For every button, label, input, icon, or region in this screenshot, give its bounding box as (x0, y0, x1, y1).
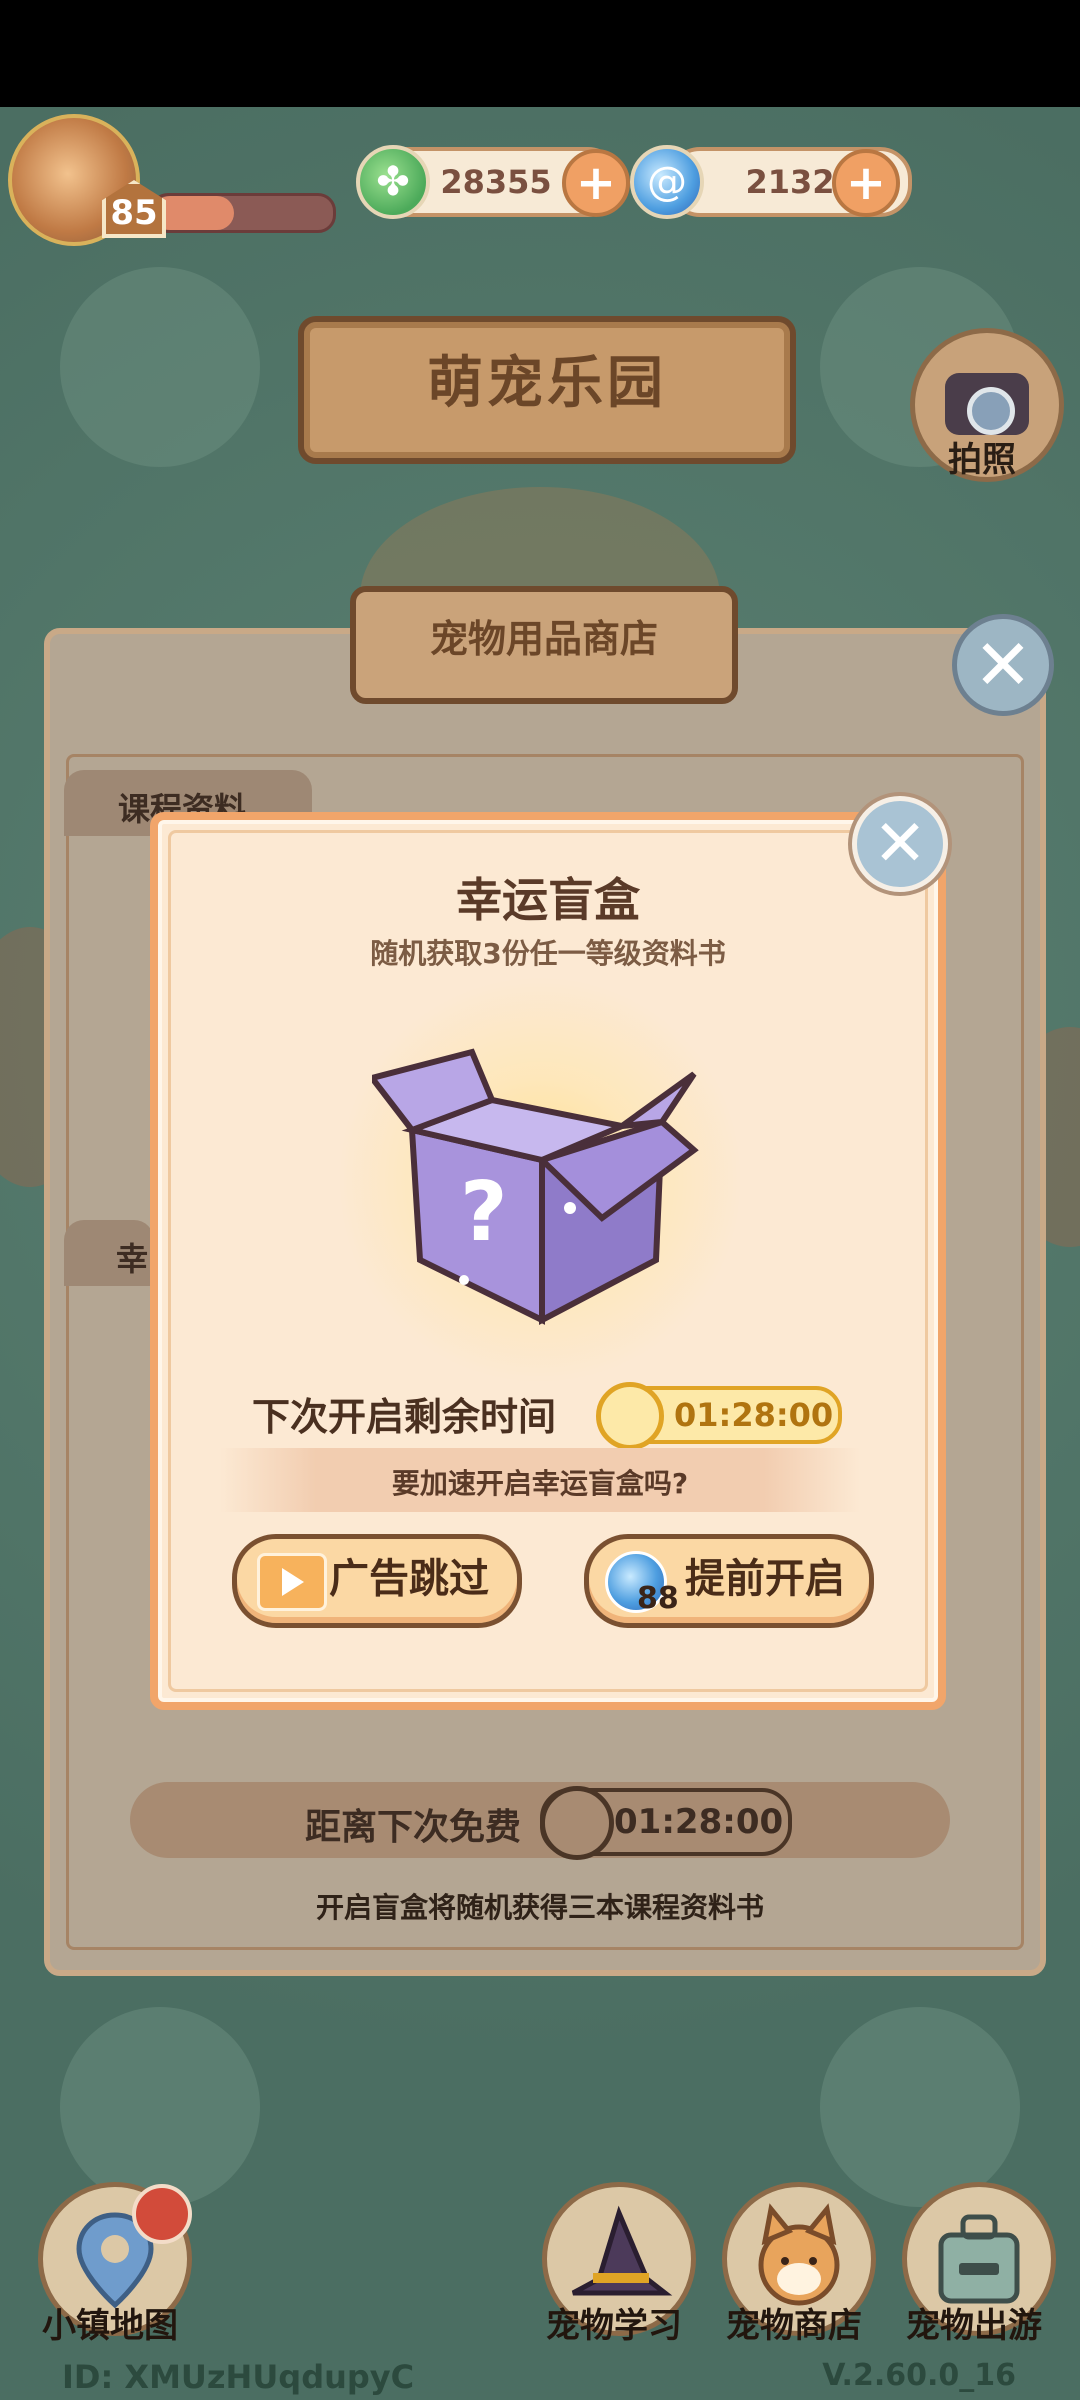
leaf-coin-icon: ✤ (356, 145, 430, 219)
next-open-value: 01:28:00 (674, 1396, 834, 1434)
park-title-banner: 萌宠乐园 (298, 316, 796, 464)
nav-pet-shop-label: 宠物商店 (726, 2306, 862, 2346)
shop-description: 开启盲盒将随机获得三本课程资料书 (315, 1891, 764, 1924)
dialog-subtitle: 随机获取3份任一等级资料书 (370, 937, 726, 970)
add-leaf-currency-button[interactable]: + (562, 149, 630, 217)
bg-ornament (820, 2007, 1020, 2207)
bg-ornament (60, 2007, 260, 2207)
open-early-cost: 88 (637, 1581, 679, 1616)
dialog-title: 幸运盲盒 (456, 873, 640, 927)
nav-town-map-label: 小镇地图 (42, 2306, 178, 2346)
camera-label: 拍照 (948, 440, 1016, 480)
app-version: V.2.60.0_16 (822, 2358, 1016, 2393)
notification-dot (132, 2184, 192, 2244)
ad-skip-button[interactable]: 广告跳过 (232, 1534, 522, 1628)
tab-lucky[interactable]: 幸 (64, 1220, 154, 1286)
swirl-gem-icon: @ (630, 145, 704, 219)
mystery-box-icon: ? (372, 1048, 699, 1325)
free-countdown-value: 01:28:00 (614, 1802, 784, 1842)
speed-up-prompt: 要加速开启幸运盲盒吗? (391, 1467, 689, 1500)
ad-skip-label: 广告跳过 (329, 1556, 489, 1602)
next-open-timer: 01:28:00 (596, 1382, 842, 1450)
nav-pet-travel-label: 宠物出游 (906, 2306, 1042, 2346)
dialog-close-button[interactable]: ✕ (852, 796, 948, 892)
shop-title-plate: 宠物用品商店 (350, 586, 738, 704)
svg-text:?: ? (460, 1165, 508, 1260)
xp-progress-bar (150, 193, 336, 233)
tab-lucky-label: 幸 (116, 1240, 149, 1278)
shop-title: 宠物用品商店 (429, 617, 658, 661)
park-title: 萌宠乐园 (427, 351, 667, 416)
free-countdown-timer: 01:28:00 (540, 1786, 792, 1860)
open-early-label: 提前开启 (685, 1556, 845, 1602)
clock-icon (596, 1382, 664, 1450)
clock-icon (540, 1786, 614, 1860)
camera-lens-icon (967, 387, 1015, 435)
free-countdown-label: 距离下次免费 (305, 1807, 522, 1848)
player-id: ID: XMUzHUqdupyC (62, 2358, 415, 2396)
video-play-icon (257, 1553, 327, 1611)
shop-close-button[interactable]: ✕ (952, 614, 1054, 716)
open-early-button[interactable]: 88 提前开启 (584, 1534, 874, 1628)
next-open-label: 下次开启剩余时间 (252, 1395, 557, 1439)
nav-pet-learning-label: 宠物学习 (546, 2306, 682, 2346)
add-gem-currency-button[interactable]: + (832, 149, 900, 217)
bg-ornament (60, 267, 260, 467)
